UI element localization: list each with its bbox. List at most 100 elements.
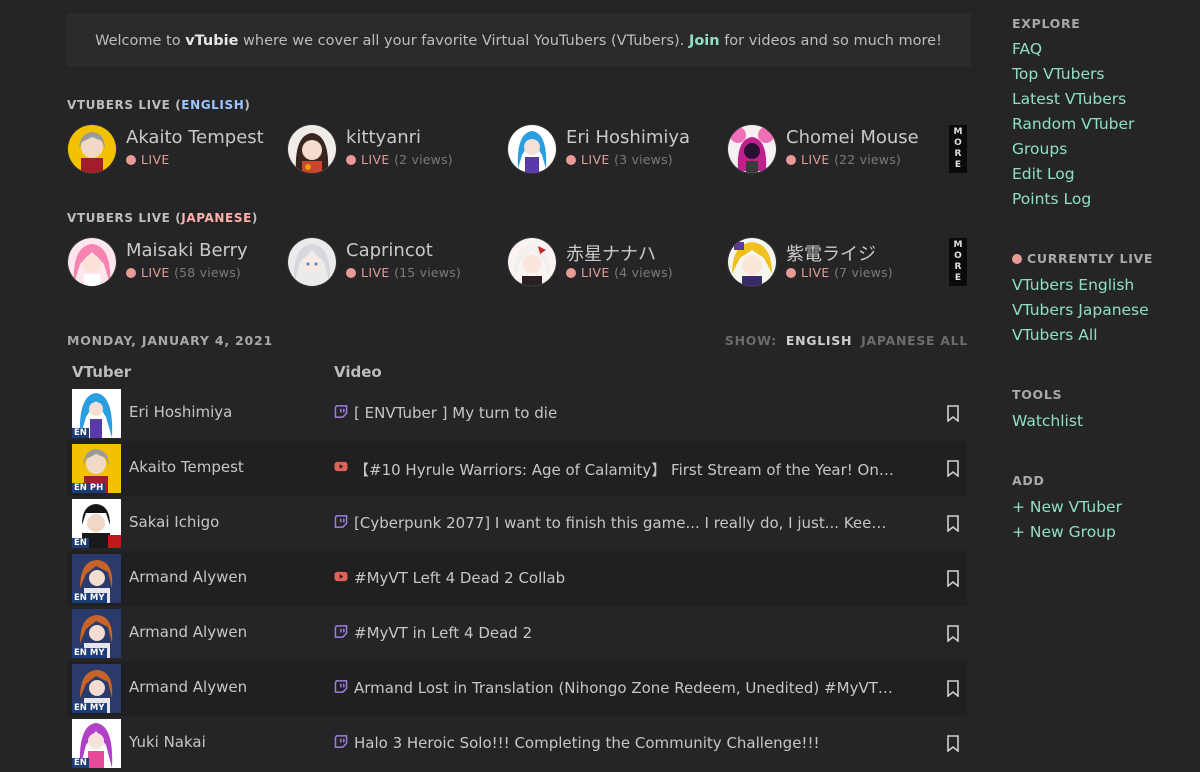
vtuber-thumbnail[interactable]: EN — [72, 499, 121, 548]
view-count: (15 views) — [394, 265, 462, 280]
bookmark-icon[interactable] — [946, 405, 960, 422]
video-title[interactable]: [Cyberpunk 2077] I want to finish this g… — [354, 514, 894, 532]
nav-watchlist[interactable]: Watchlist — [1012, 412, 1083, 430]
twitch-icon — [334, 405, 348, 418]
heading-lang: JAPANESE — [181, 211, 252, 225]
live-status: LIVE (7 views) — [786, 265, 893, 280]
filter-japanese[interactable]: JAPANESE — [861, 333, 935, 348]
live-status: LIVE — [126, 152, 170, 167]
add-heading: ADD — [1012, 473, 1045, 488]
avatar[interactable] — [67, 237, 117, 287]
vtuber-name[interactable]: Sakai Ichigo — [129, 513, 219, 531]
nav-random-vtuber[interactable]: Random VTuber — [1012, 115, 1134, 133]
live-dot-icon — [346, 268, 356, 278]
nav-vtubers-english[interactable]: VTubers English — [1012, 276, 1134, 294]
nav-vtubers-all[interactable]: VTubers All — [1012, 326, 1098, 344]
live-card[interactable]: Eri Hoshimiya LIVE (3 views) — [507, 124, 727, 174]
nav-latest-vtubers[interactable]: Latest VTubers — [1012, 90, 1126, 108]
vtuber-thumbnail[interactable]: EN MY — [72, 664, 121, 713]
live-name[interactable]: 赤星ナナハ — [566, 240, 656, 266]
live-english-heading: VTUBERS LIVE (ENGLISH) — [67, 98, 250, 112]
vtuber-name[interactable]: Eri Hoshimiya — [129, 403, 232, 421]
avatar[interactable] — [727, 237, 777, 287]
vtuber-thumbnail[interactable]: EN — [72, 719, 121, 768]
bookmark-icon[interactable] — [946, 680, 960, 697]
avatar[interactable] — [287, 124, 337, 174]
table-row: EN MY Armand Alywen Armand Lost in Trans… — [67, 661, 967, 716]
live-dot-icon — [566, 268, 576, 278]
live-label: LIVE — [141, 265, 170, 280]
vtuber-name[interactable]: Akaito Tempest — [129, 458, 244, 476]
welcome-banner: Welcome to vTubie where we cover all you… — [67, 14, 970, 66]
vtuber-name[interactable]: Yuki Nakai — [129, 733, 206, 751]
nav-new-vtuber[interactable]: + New VTuber — [1012, 498, 1122, 516]
live-card[interactable]: Maisaki Berry LIVE (58 views) — [67, 237, 287, 287]
bookmark-icon[interactable] — [946, 570, 960, 587]
bookmark-icon[interactable] — [946, 625, 960, 642]
avatar[interactable] — [507, 237, 557, 287]
live-card[interactable]: Caprincot LIVE (15 views) — [287, 237, 507, 287]
filter-english[interactable]: ENGLISH — [786, 333, 852, 348]
live-card[interactable]: Akaito Tempest LIVE — [67, 124, 287, 174]
live-name[interactable]: 紫電ライジ — [786, 240, 876, 266]
live-status: LIVE (15 views) — [346, 265, 461, 280]
bookmark-icon[interactable] — [946, 735, 960, 752]
live-name[interactable]: Chomei Mouse — [786, 127, 919, 148]
avatar[interactable] — [727, 124, 777, 174]
view-count: (4 views) — [614, 265, 673, 280]
live-card[interactable]: 紫電ライジ LIVE (7 views) — [727, 237, 947, 287]
avatar[interactable] — [67, 124, 117, 174]
table-row: EN PH Akaito Tempest 【#10 Hyrule Warrior… — [67, 441, 967, 496]
view-count: (22 views) — [834, 152, 902, 167]
live-name[interactable]: Akaito Tempest — [126, 127, 264, 148]
live-card[interactable]: Chomei Mouse LIVE (22 views) — [727, 124, 947, 174]
more-letter: R — [954, 262, 962, 272]
more-letter: R — [954, 149, 962, 159]
vtuber-thumbnail[interactable]: EN MY — [72, 609, 121, 658]
filter-all[interactable]: ALL — [940, 333, 968, 348]
vtuber-name[interactable]: Armand Alywen — [129, 623, 247, 641]
live-label: LIVE — [801, 152, 830, 167]
more-japanese-button[interactable]: M O R E — [949, 238, 967, 286]
nav-vtubers-japanese[interactable]: VTubers Japanese — [1012, 301, 1149, 319]
live-name[interactable]: kittyanri — [346, 127, 421, 148]
video-title[interactable]: Halo 3 Heroic Solo!!! Completing the Com… — [354, 734, 894, 752]
table-row: EN MY Armand Alywen #MyVT in Left 4 Dead… — [67, 606, 967, 661]
vtuber-name[interactable]: Armand Alywen — [129, 568, 247, 586]
more-letter: E — [954, 160, 962, 170]
vtuber-thumbnail[interactable]: EN MY — [72, 554, 121, 603]
live-card[interactable]: 赤星ナナハ LIVE (4 views) — [507, 237, 727, 287]
video-title[interactable]: #MyVT Left 4 Dead 2 Collab — [354, 569, 894, 587]
nav-faq[interactable]: FAQ — [1012, 40, 1042, 58]
nav-groups[interactable]: Groups — [1012, 140, 1067, 158]
region-tag: EN — [72, 758, 89, 768]
join-link[interactable]: Join — [689, 33, 720, 49]
video-table: EN Eri Hoshimiya [ ENVTuber ] My turn to… — [67, 386, 967, 771]
video-title[interactable]: [ ENVTuber ] My turn to die — [354, 404, 894, 422]
heading-pre: VTUBERS LIVE ( — [67, 211, 182, 225]
nav-points-log[interactable]: Points Log — [1012, 190, 1091, 208]
live-dot-icon — [126, 268, 136, 278]
bookmark-icon[interactable] — [946, 460, 960, 477]
live-name[interactable]: Eri Hoshimiya — [566, 127, 690, 148]
nav-top-vtubers[interactable]: Top VTubers — [1012, 65, 1104, 83]
schedule-date: MONDAY, JANUARY 4, 2021 — [67, 333, 274, 348]
brand-name: vTubie — [185, 33, 239, 49]
live-name[interactable]: Caprincot — [346, 240, 433, 261]
live-name[interactable]: Maisaki Berry — [126, 240, 248, 261]
bookmark-icon[interactable] — [946, 515, 960, 532]
nav-edit-log[interactable]: Edit Log — [1012, 165, 1075, 183]
more-letter: E — [954, 273, 962, 283]
live-status: LIVE (3 views) — [566, 152, 673, 167]
more-english-button[interactable]: M O R E — [949, 125, 967, 173]
vtuber-name[interactable]: Armand Alywen — [129, 678, 247, 696]
live-card[interactable]: kittyanri LIVE (2 views) — [287, 124, 507, 174]
avatar[interactable] — [507, 124, 557, 174]
vtuber-thumbnail[interactable]: EN PH — [72, 444, 121, 493]
video-title[interactable]: 【#10 Hyrule Warriors: Age of Calamity】 F… — [354, 459, 894, 480]
avatar[interactable] — [287, 237, 337, 287]
video-title[interactable]: #MyVT in Left 4 Dead 2 — [354, 624, 894, 642]
nav-new-group[interactable]: + New Group — [1012, 523, 1116, 541]
vtuber-thumbnail[interactable]: EN — [72, 389, 121, 438]
video-title[interactable]: Armand Lost in Translation (Nihongo Zone… — [354, 679, 894, 697]
